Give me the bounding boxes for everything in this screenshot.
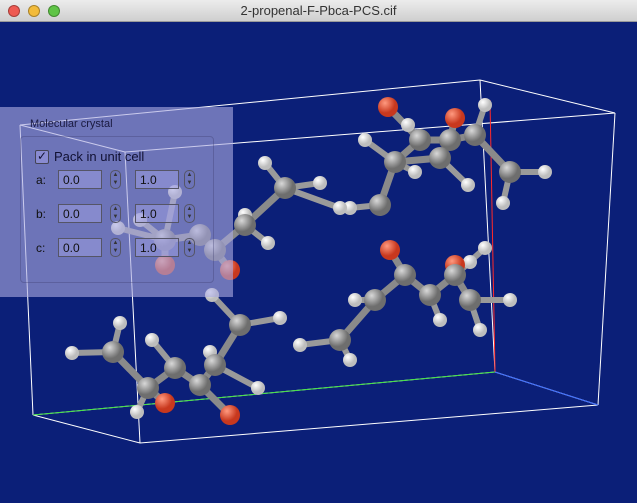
window-title: 2-propenal-F-Pbca-PCS.cif <box>240 3 397 18</box>
hydrogen-atom <box>348 293 362 307</box>
max-field-1[interactable]: 1.0 <box>135 204 179 223</box>
hydrogen-atom <box>433 313 447 327</box>
hydrogen-atom <box>273 311 287 325</box>
hydrogen-atom <box>473 323 487 337</box>
hydrogen-atom <box>130 405 144 419</box>
carbon-atom <box>204 354 226 376</box>
row-label-2: c: <box>36 241 46 255</box>
max-stepper-2[interactable]: ▲ ▼ <box>184 238 195 257</box>
max-field-2[interactable]: 1.0 <box>135 238 179 257</box>
oxygen-atom <box>380 240 400 260</box>
hydrogen-atom <box>478 241 492 255</box>
hydrogen-atom <box>333 201 347 215</box>
max-stepper-1[interactable]: ▲ ▼ <box>184 204 195 223</box>
carbon-atom <box>329 329 351 351</box>
hydrogen-atom <box>538 165 552 179</box>
min-field-2[interactable]: 0.0 <box>58 238 102 257</box>
carbon-atom <box>137 377 159 399</box>
carbon-atom <box>164 357 186 379</box>
oxygen-atom <box>220 405 240 425</box>
hydrogen-atom <box>358 133 372 147</box>
hydrogen-atom <box>503 293 517 307</box>
unit-cell-edge <box>597 112 616 406</box>
carbon-atom <box>459 289 481 311</box>
molecule-viewport[interactable]: Molecular crystal ✓ Pack in unit cell a:… <box>0 22 637 503</box>
min-stepper-1[interactable]: ▲ ▼ <box>110 204 121 223</box>
hydrogen-atom <box>343 353 357 367</box>
axis-c <box>494 371 599 406</box>
hydrogen-atom <box>65 346 79 360</box>
carbon-atom <box>189 374 211 396</box>
pack-label: Pack in unit cell <box>54 149 145 164</box>
carbon-atom <box>102 341 124 363</box>
panel-title: Molecular crystal <box>30 118 113 130</box>
hydrogen-atom <box>478 98 492 112</box>
carbon-atom <box>394 264 416 286</box>
hydrogen-atom <box>261 236 275 250</box>
min-field-1[interactable]: 0.0 <box>58 204 102 223</box>
hydrogen-atom <box>461 178 475 192</box>
axis-b <box>32 371 496 416</box>
max-stepper-0[interactable]: ▲ ▼ <box>184 170 195 189</box>
hydrogen-atom <box>496 196 510 210</box>
carbon-atom <box>229 314 251 336</box>
pack-checkbox[interactable]: ✓ <box>35 150 49 164</box>
min-stepper-0[interactable]: ▲ ▼ <box>110 170 121 189</box>
oxygen-atom <box>445 108 465 128</box>
carbon-atom <box>464 124 486 146</box>
hydrogen-atom <box>408 165 422 179</box>
hydrogen-atom <box>401 118 415 132</box>
hydrogen-atom <box>145 333 159 347</box>
hydrogen-atom <box>463 255 477 269</box>
unit-cell-edge <box>32 414 141 444</box>
oxygen-atom <box>378 97 398 117</box>
unit-cell-edge <box>479 79 616 114</box>
min-stepper-2[interactable]: ▲ ▼ <box>110 238 121 257</box>
carbon-atom <box>369 194 391 216</box>
hydrogen-atom <box>113 316 127 330</box>
carbon-atom <box>419 284 441 306</box>
hydrogen-atom <box>293 338 307 352</box>
carbon-atom <box>444 264 466 286</box>
carbon-atom <box>429 147 451 169</box>
hydrogen-atom <box>251 381 265 395</box>
min-field-0[interactable]: 0.0 <box>58 170 102 189</box>
row-label-1: b: <box>36 207 47 221</box>
molecular-crystal-panel: Molecular crystal ✓ Pack in unit cell a:… <box>0 107 233 297</box>
hydrogen-atom <box>313 176 327 190</box>
oxygen-atom <box>155 393 175 413</box>
carbon-atom <box>364 289 386 311</box>
carbon-atom <box>499 161 521 183</box>
carbon-atom <box>274 177 296 199</box>
hydrogen-atom <box>258 156 272 170</box>
carbon-atom <box>234 214 256 236</box>
unit-cell-edge <box>139 404 599 444</box>
carbon-atom <box>384 151 406 173</box>
row-label-0: a: <box>36 173 47 187</box>
max-field-0[interactable]: 1.0 <box>135 170 179 189</box>
carbon-atom <box>409 129 431 151</box>
title-bar: 2-propenal-F-Pbca-PCS.cif <box>0 0 637 22</box>
